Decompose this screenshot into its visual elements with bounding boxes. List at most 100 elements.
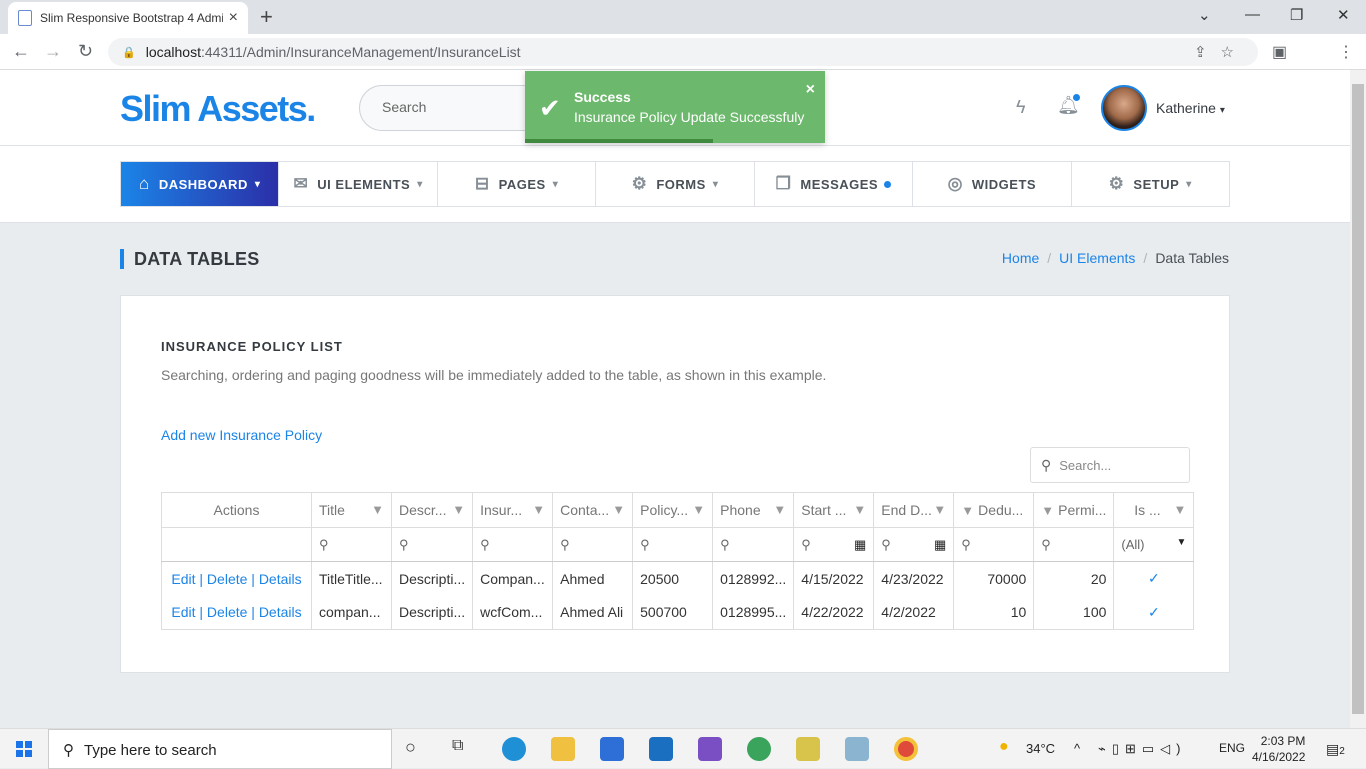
search-icon: ⚲	[1041, 457, 1052, 473]
browser-menu-icon[interactable]: ⋮	[1338, 42, 1354, 62]
notification-count: 2	[1339, 746, 1345, 757]
browser-tab[interactable]: Slim Responsive Bootstrap 4 Admin ×	[8, 2, 248, 34]
tray-chevron-icon[interactable]: ^	[1074, 741, 1080, 756]
mail-icon[interactable]	[649, 737, 673, 761]
filter-icon[interactable]: ▼	[452, 502, 465, 517]
col-header-contact[interactable]: Conta... ▼	[552, 492, 634, 528]
filter-cell[interactable]: ⚲	[472, 527, 554, 562]
clock-time: 2:03 PM	[1260, 734, 1306, 748]
weather-icon[interactable]: ●	[999, 738, 1009, 756]
menu-setup[interactable]: ⚙ SETUP ▾	[1072, 162, 1229, 206]
reload-icon[interactable]: ↻	[78, 41, 93, 62]
col-header-end-date[interactable]: End D... ▼	[873, 492, 955, 528]
filter-cell[interactable]: ⚲	[311, 527, 392, 562]
close-tab-icon[interactable]: ×	[229, 9, 238, 27]
close-window-icon[interactable]: ✕	[1337, 6, 1350, 24]
cortana-icon[interactable]: ○	[405, 737, 429, 761]
share-star-icons[interactable]: ⇪☆	[1194, 43, 1248, 61]
file-explorer-icon[interactable]	[551, 737, 575, 761]
breadcrumb-current: Data Tables	[1155, 250, 1229, 266]
add-policy-link[interactable]: Add new Insurance Policy	[161, 427, 322, 443]
notifications-icon[interactable]: ▤2	[1326, 741, 1345, 758]
row-action-links[interactable]: Edit | Delete | Details	[171, 604, 301, 620]
filter-icon[interactable]: ▼	[1174, 502, 1187, 517]
minimize-icon[interactable]: —	[1245, 6, 1260, 23]
filter-cell[interactable]: ⚲	[552, 527, 634, 562]
col-header-insurer[interactable]: Insur... ▼	[472, 492, 554, 528]
restore-icon[interactable]: ❐	[1290, 6, 1303, 24]
app-icon[interactable]	[845, 737, 869, 761]
filter-select[interactable]: (All) ▼	[1113, 527, 1195, 562]
filter-cell[interactable]: ⚲	[953, 527, 1035, 562]
app-icon[interactable]	[796, 737, 820, 761]
filter-icon[interactable]: ▼	[692, 502, 705, 517]
filter-cell[interactable]: ⚲	[391, 527, 474, 562]
language-indicator[interactable]: ENG	[1219, 741, 1245, 755]
row-actions[interactable]: Edit | Delete | Details	[161, 561, 312, 596]
col-header-start-date[interactable]: Start ... ▼	[793, 492, 875, 528]
chrome-profile-icon[interactable]	[747, 737, 771, 761]
breadcrumb-home[interactable]: Home	[1002, 250, 1039, 266]
filter-icon[interactable]: ▼	[612, 502, 625, 517]
edge-icon[interactable]	[502, 737, 526, 761]
url-field[interactable]: 🔒 localhost:44311/Admin/InsuranceManagem…	[108, 38, 1258, 66]
col-header-description[interactable]: Descr... ▼	[391, 492, 474, 528]
row-action-links[interactable]: Edit | Delete | Details	[171, 571, 301, 587]
menu-dashboard[interactable]: ⌂ DASHBOARD ▾	[121, 162, 280, 206]
filter-cell[interactable]: ⚲ ▦	[793, 527, 875, 562]
col-header-deductible[interactable]: ▼ Dedu...	[953, 492, 1035, 528]
table-row: Edit | Delete | Details TitleTitle... De…	[161, 561, 1195, 596]
filter-cell[interactable]: ⚲	[1033, 527, 1115, 562]
side-panel-icon[interactable]: ▣	[1272, 42, 1287, 62]
menu-messages[interactable]: ❐ MESSAGES	[755, 162, 914, 206]
success-toast[interactable]: ✔ Success Insurance Policy Update Succes…	[525, 71, 825, 143]
filter-icon[interactable]: ▼	[773, 502, 786, 517]
store-icon[interactable]	[600, 737, 624, 761]
user-menu[interactable]: Katherine ▾	[1156, 100, 1225, 116]
grid-search-input[interactable]: ⚲ Search...	[1030, 447, 1190, 483]
filter-icon[interactable]: ▼	[933, 502, 946, 517]
tab-search-chevron-icon[interactable]: ⌄	[1198, 6, 1211, 24]
bolt-icon[interactable]: ϟ	[1016, 97, 1026, 118]
breadcrumb-ui-elements[interactable]: UI Elements	[1059, 250, 1135, 266]
forward-icon[interactable]: →	[44, 41, 62, 62]
col-header-title[interactable]: Title ▼	[311, 492, 392, 528]
visual-studio-icon[interactable]	[698, 737, 722, 761]
windows-start-icon[interactable]	[16, 741, 32, 757]
calendar-icon[interactable]: ▦	[934, 537, 946, 553]
row-actions[interactable]: Edit | Delete | Details	[161, 595, 312, 630]
col-header-policy[interactable]: Policy... ▼	[632, 492, 714, 528]
filter-icon[interactable]: ▼	[1041, 503, 1054, 518]
filter-icon[interactable]: ▼	[532, 502, 545, 517]
scrollbar-thumb[interactable]	[1352, 84, 1364, 714]
calendar-icon[interactable]: ▦	[854, 537, 866, 553]
menu-forms[interactable]: ⚙ FORMS ▾	[596, 162, 755, 206]
col-header-label: Insur...	[480, 502, 523, 518]
tray-icons[interactable]: ⌁▯⊞▭◁)	[1098, 741, 1186, 757]
page-scrollbar[interactable]	[1350, 70, 1366, 728]
filter-cell[interactable]: ⚲	[712, 527, 795, 562]
menu-ui-elements[interactable]: ✉ UI ELEMENTS ▾	[279, 162, 438, 206]
clock[interactable]: 2:03 PM 4/16/2022	[1252, 733, 1305, 765]
task-view-icon[interactable]: ⧉	[452, 737, 476, 761]
back-icon[interactable]: ←	[12, 41, 30, 62]
user-avatar[interactable]	[1101, 85, 1147, 131]
logo[interactable]: Slim Assets.	[120, 88, 316, 130]
col-header-phone[interactable]: Phone ▼	[712, 492, 795, 528]
col-header-permitted[interactable]: ▼ Permi...	[1033, 492, 1115, 528]
col-header-is-active[interactable]: Is ... ▼	[1113, 492, 1195, 528]
main-nav-row: ⌂ DASHBOARD ▾ ✉ UI ELEMENTS ▾ ⊟ PAGES ▾ ⚙ FORMS…	[0, 146, 1350, 223]
chrome-icon[interactable]	[894, 737, 918, 761]
filter-icon[interactable]: ▼	[371, 502, 384, 517]
filter-cell[interactable]: ⚲	[632, 527, 714, 562]
filter-icon[interactable]: ▼	[961, 503, 974, 518]
menu-pages[interactable]: ⊟ PAGES ▾	[438, 162, 597, 206]
temperature[interactable]: 34°C	[1026, 741, 1055, 756]
taskbar-search-input[interactable]: ⚲ Type here to search	[48, 729, 392, 769]
new-tab-icon[interactable]: +	[260, 4, 273, 30]
menu-widgets[interactable]: ◎ WIDGETS	[913, 162, 1072, 206]
close-icon[interactable]: ×	[806, 81, 815, 99]
filter-icon[interactable]: ▼	[853, 502, 866, 517]
filter-cell[interactable]: ⚲ ▦	[873, 527, 955, 562]
col-header-label: Title	[319, 502, 345, 518]
